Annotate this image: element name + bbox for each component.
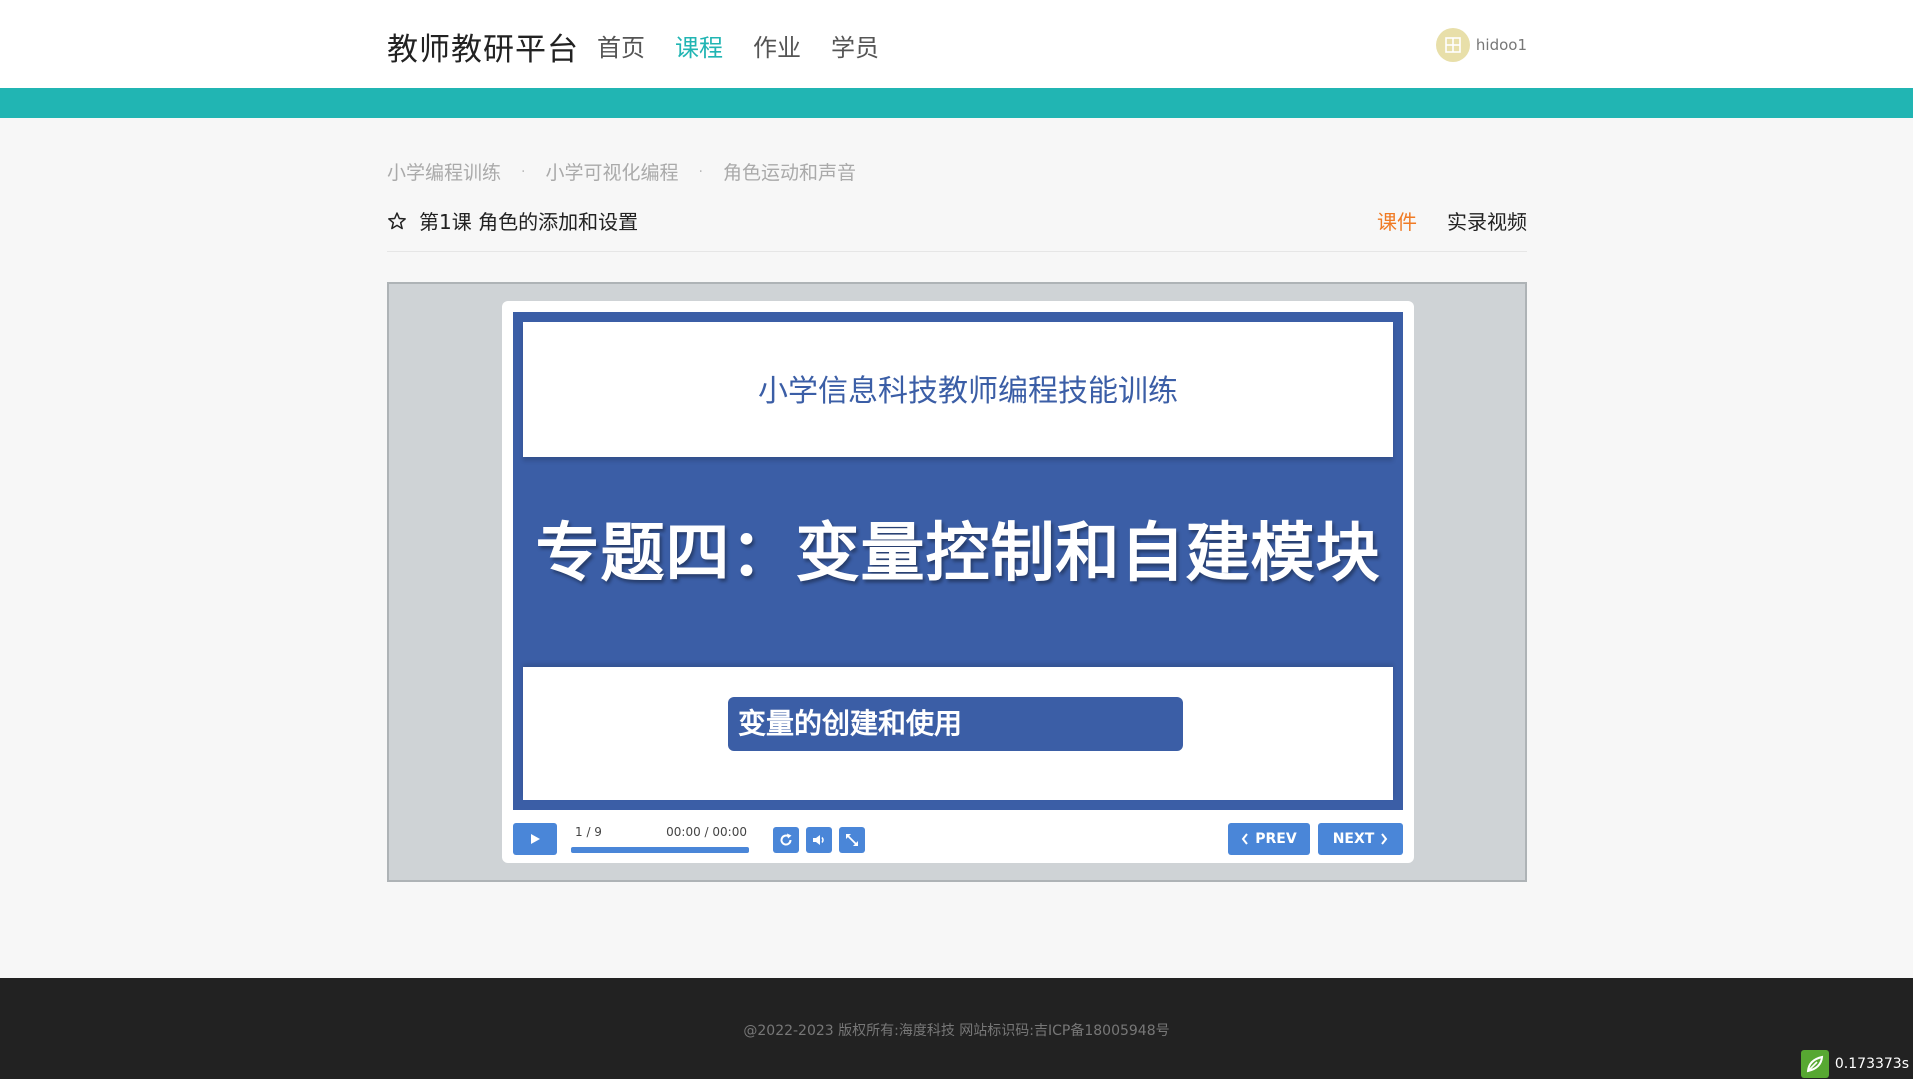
expand-icon xyxy=(846,834,858,846)
volume-button[interactable] xyxy=(806,827,832,853)
prev-label: PREV xyxy=(1255,831,1297,847)
site-footer: @2022-2023 版权所有:海度科技 网站标识码:吉ICP备18005948… xyxy=(0,978,1913,1079)
lesson-title: 第1课 角色的添加和设置 xyxy=(419,210,639,234)
time-display: 00:00 / 00:00 xyxy=(666,825,747,839)
site-brand[interactable]: 教师教研平台 xyxy=(387,24,579,69)
top-header: 教师教研平台 首页 课程 作业 学员 hidoo1 xyxy=(0,0,1913,88)
progress-area: 1 / 9 00:00 / 00:00 xyxy=(571,823,749,855)
chevron-right-icon xyxy=(1381,833,1388,845)
user-avatar-icon[interactable] xyxy=(1435,28,1470,62)
slide-player: 小学信息科技教师编程技能训练 专题四：变量控制和自建模块 变量的创建和使用 1 … xyxy=(502,301,1414,863)
user-menu[interactable]: hidoo1 xyxy=(1435,28,1527,62)
lesson-tabs: 课件 实录视频 xyxy=(1377,206,1527,235)
chevron-left-icon xyxy=(1241,833,1249,845)
progress-bar[interactable] xyxy=(571,847,749,853)
timer-value: 0.173373s xyxy=(1834,1055,1909,1072)
play-icon xyxy=(531,834,540,844)
next-label: NEXT xyxy=(1332,831,1375,847)
breadcrumb: 小学编程训练 · 小学可视化编程 · 角色运动和声音 xyxy=(387,158,856,185)
star-icon[interactable] xyxy=(387,211,407,231)
slide-subtitle: 小学信息科技教师编程技能训练 xyxy=(758,374,1178,409)
slide-title: 专题四：变量控制和自建模块 xyxy=(535,517,1381,591)
header-inner: 教师教研平台 首页 课程 作业 学员 hidoo1 xyxy=(387,0,1527,88)
slide-player-frame: 小学信息科技教师编程技能训练 专题四：变量控制和自建模块 变量的创建和使用 1 … xyxy=(387,282,1527,882)
nav-item-courses[interactable]: 课程 xyxy=(675,28,723,63)
lesson-header: 第1课 角色的添加和设置 课件 实录视频 xyxy=(387,204,1527,252)
breadcrumb-item-module[interactable]: 小学可视化编程 xyxy=(545,158,678,185)
play-button[interactable] xyxy=(513,823,557,855)
volume-icon xyxy=(813,835,824,845)
username[interactable]: hidoo1 xyxy=(1476,36,1527,54)
slide-counter: 1 / 9 xyxy=(575,825,602,839)
restart-button[interactable] xyxy=(773,827,799,853)
breadcrumb-item-unit[interactable]: 角色运动和声音 xyxy=(723,158,856,185)
breadcrumb-separator: · xyxy=(698,163,703,180)
tab-recorded-video[interactable]: 实录视频 xyxy=(1447,206,1527,235)
fullscreen-button[interactable] xyxy=(839,827,865,853)
breadcrumb-item-course[interactable]: 小学编程训练 xyxy=(387,158,501,185)
slide-top-panel: 小学信息科技教师编程技能训练 xyxy=(523,322,1393,457)
slide-topic-tag: 变量的创建和使用 xyxy=(728,697,1183,751)
prev-button[interactable]: PREV xyxy=(1228,823,1310,855)
slide-canvas[interactable]: 小学信息科技教师编程技能训练 专题四：变量控制和自建模块 变量的创建和使用 xyxy=(513,312,1403,810)
main-nav: 首页 课程 作业 学员 xyxy=(597,28,879,63)
player-controls: 1 / 9 00:00 / 00:00 PREV NEXT xyxy=(513,821,1403,857)
slide-bottom-panel: 变量的创建和使用 xyxy=(523,667,1393,800)
nav-item-home[interactable]: 首页 xyxy=(597,28,645,63)
header-accent-band xyxy=(0,88,1913,118)
footer-copyright: @2022-2023 版权所有:海度科技 网站标识码:吉ICP备18005948… xyxy=(743,1023,1170,1039)
nav-item-students[interactable]: 学员 xyxy=(831,28,879,63)
debug-timer: 0.173373s xyxy=(1796,1048,1913,1079)
breadcrumb-separator: · xyxy=(521,163,526,180)
next-button[interactable]: NEXT xyxy=(1318,823,1403,855)
leaf-logo-icon xyxy=(1800,1049,1829,1078)
tab-courseware[interactable]: 课件 xyxy=(1377,206,1417,235)
refresh-icon xyxy=(780,833,792,846)
avatar-grid-icon xyxy=(1445,37,1461,53)
lesson-title-group: 第1课 角色的添加和设置 xyxy=(387,206,638,235)
nav-item-homework[interactable]: 作业 xyxy=(753,28,801,63)
